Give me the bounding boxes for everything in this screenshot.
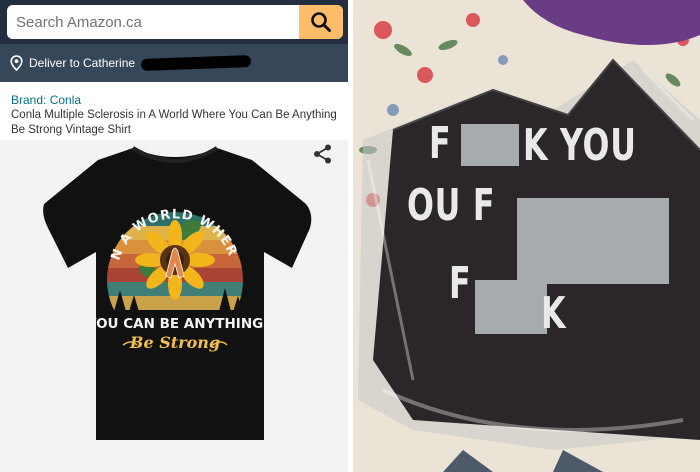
print-text-bottom: Be Strong	[129, 333, 220, 352]
deliver-to-label: Deliver to Catherine	[29, 56, 136, 70]
censor-box	[475, 280, 547, 334]
shirt-text-line1-a: F	[429, 118, 452, 169]
search-bar	[7, 5, 343, 39]
shirt-text-line1-b: K YOU	[523, 120, 637, 171]
shirt-text-line3-b: K	[541, 288, 567, 339]
search-button[interactable]	[299, 5, 343, 39]
amazon-listing-screenshot: Deliver to Catherine Brand: Conla Conla …	[0, 0, 348, 472]
search-input[interactable]	[7, 5, 299, 39]
product-shirt-image: IN A WORLD WHERE YOU CAN BE ANYTHING Be …	[38, 140, 312, 440]
product-title: Conla Multiple Sclerosis in A World Wher…	[11, 109, 337, 136]
censor-box	[461, 124, 519, 166]
search-icon	[311, 12, 331, 32]
print-text-middle: YOU CAN BE ANYTHING	[86, 316, 263, 332]
amazon-header: Deliver to Catherine	[0, 0, 348, 82]
deliver-to-bar[interactable]: Deliver to Catherine	[0, 44, 348, 82]
redacted-name-scribble	[140, 55, 252, 71]
share-icon[interactable]	[312, 143, 334, 165]
brand-link[interactable]: Brand: Conla	[11, 93, 81, 107]
received-shirt-photo: F K YOU OU F F K	[353, 0, 700, 472]
shirt-text-line3-a: F	[449, 258, 472, 309]
censor-box	[517, 198, 669, 284]
shirt-text-line2-a: OU F	[407, 180, 496, 231]
location-pin-icon	[10, 55, 23, 71]
